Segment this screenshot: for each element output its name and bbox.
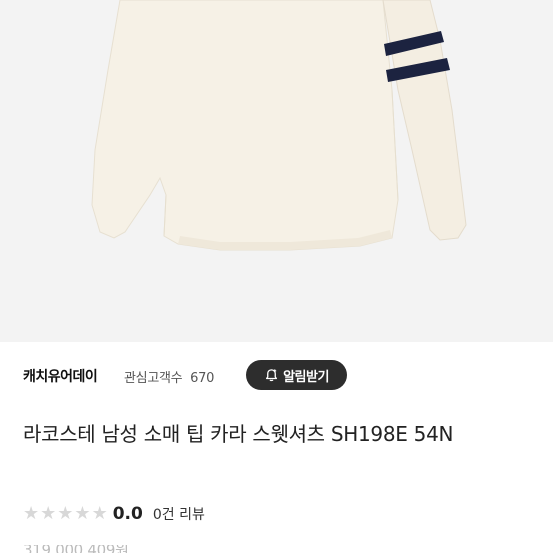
follower-count: 670 [190,371,215,386]
review-count-link[interactable]: 0건 리뷰 [153,504,205,524]
rating-value: 0.0 [112,504,143,524]
star-empty-icon: ★ [74,503,91,524]
star-empty-icon: ★ [23,503,40,524]
notify-button-label: 알림받기 [283,369,329,385]
price-row: 319,000 409원 [23,545,223,553]
store-name[interactable]: 캐치유어데이 [23,366,98,386]
product-image[interactable] [0,0,553,342]
star-rating: ★ ★ ★ ★ ★ [23,505,109,523]
bell-plus-icon [264,368,279,383]
star-empty-icon: ★ [57,503,74,524]
star-empty-icon: ★ [40,503,57,524]
follower-info: 관심고객수 670 [124,367,214,386]
rating-row[interactable]: ★ ★ ★ ★ ★ 0.0 0건 리뷰 [23,502,205,526]
sweatshirt-image-icon [91,0,467,251]
follower-label: 관심고객수 [124,371,183,386]
price-text: 319,000 409원 [23,545,223,553]
store-info-row: 캐치유어데이 관심고객수 670 알림받기 [0,342,553,410]
product-title: 라코스테 남성 소매 팁 카라 스웻셔츠 SH198E 54N [23,422,454,446]
notify-button[interactable]: 알림받기 [246,360,347,390]
star-empty-icon: ★ [91,503,108,524]
